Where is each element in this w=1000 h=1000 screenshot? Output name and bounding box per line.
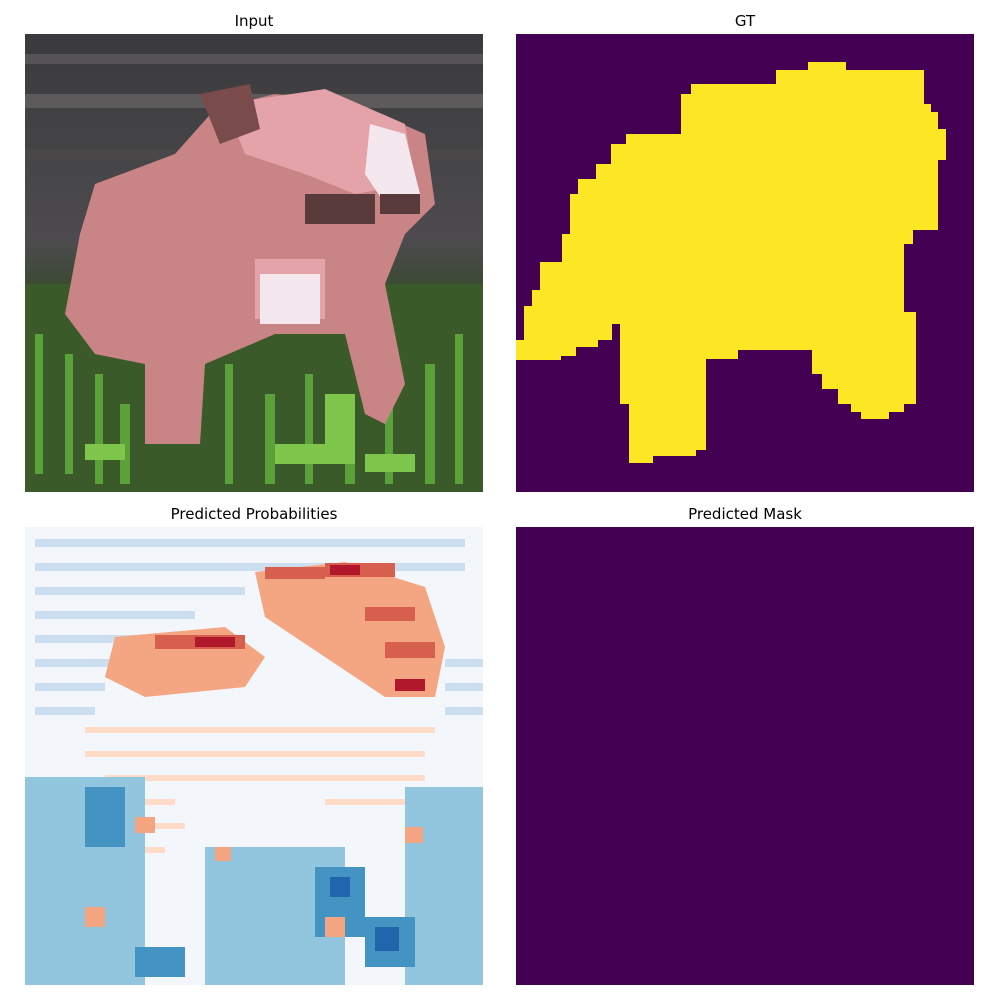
- gt-panel-title: GT: [734, 12, 756, 30]
- probabilities-svg: [25, 527, 483, 985]
- probabilities-panel-title: Predicted Probabilities: [170, 505, 338, 523]
- mask-panel-title: Predicted Mask: [688, 505, 802, 523]
- fence-plank: [25, 54, 483, 64]
- gt-mask-svg: [516, 34, 974, 492]
- predicted-probabilities-heatmap: [25, 527, 483, 985]
- predicted-mask: [516, 527, 974, 985]
- input-panel-title: Input: [234, 12, 274, 30]
- gt-mask: [516, 34, 974, 492]
- mask-background: [516, 527, 974, 985]
- input-image-svg: [25, 34, 483, 492]
- predicted-mask-svg: [516, 527, 974, 985]
- input-image: [25, 34, 483, 492]
